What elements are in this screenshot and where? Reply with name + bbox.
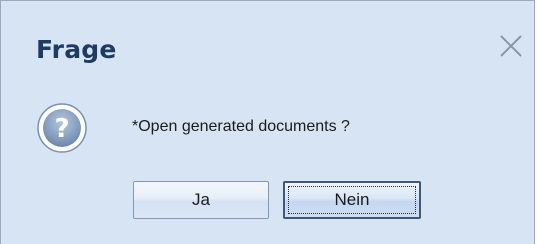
- yes-button[interactable]: Ja: [133, 181, 269, 219]
- close-button[interactable]: [498, 33, 524, 59]
- question-icon: ?: [36, 102, 88, 154]
- dialog-message: *Open generated documents ?: [132, 118, 350, 135]
- close-icon: [500, 35, 522, 57]
- dialog-titlebar: Frage: [1, 1, 534, 77]
- confirm-dialog: Frage ? *Open generated documents ? Ja N…: [0, 0, 535, 244]
- dialog-title: Frage: [36, 35, 117, 64]
- svg-text:?: ?: [54, 114, 69, 144]
- no-button-label: Nein: [334, 190, 370, 209]
- yes-button-label: Ja: [192, 190, 210, 209]
- no-button[interactable]: Nein: [283, 181, 421, 219]
